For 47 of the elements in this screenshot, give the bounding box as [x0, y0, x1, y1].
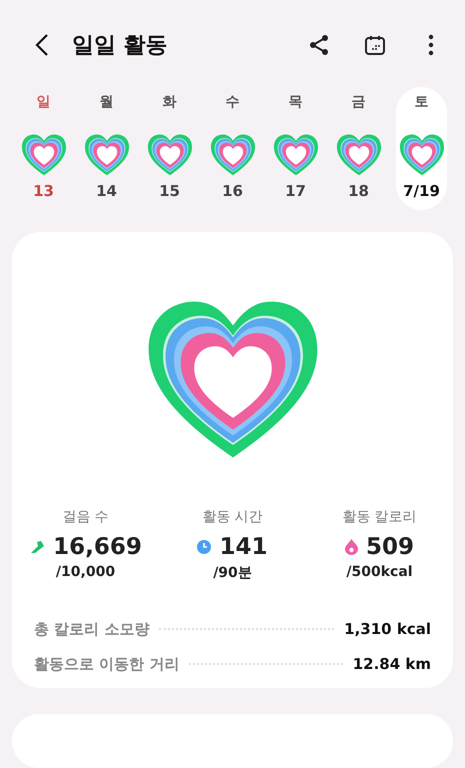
stat-value: 141: [219, 534, 268, 560]
stat-goal: /90분: [213, 564, 252, 582]
heart-rings-icon: [272, 132, 318, 176]
weekday-label: 월: [100, 92, 114, 111]
stat-label: 걸음 수: [62, 508, 109, 526]
detail-label: 활동으로 이동한 거리: [34, 654, 180, 674]
detail-value: 12.84 km: [352, 655, 431, 674]
date-label: 7/19: [403, 182, 440, 200]
stat-label: 활동 칼로리: [342, 508, 417, 526]
day-tab[interactable]: 금 18: [333, 86, 384, 210]
detail-value: 1,310 kcal: [344, 620, 431, 638]
heart-rings-icon: [210, 132, 256, 176]
weekday-label: 수: [226, 92, 240, 111]
weekday-label: 화: [162, 92, 176, 111]
day-tab[interactable]: 월 14: [81, 86, 132, 210]
shoe-icon: [29, 540, 46, 554]
date-label: 17: [285, 182, 306, 200]
flame-icon: [344, 538, 358, 555]
detail-label: 총 칼로리 소모량: [34, 620, 150, 639]
date-label: 14: [96, 182, 117, 200]
date-label: 13: [33, 182, 54, 200]
stat-goal: /10,000: [56, 564, 116, 580]
weekday-label: 일: [36, 92, 50, 111]
stat-value: 16,669: [53, 534, 142, 560]
date-label: 18: [348, 182, 369, 200]
day-tab[interactable]: 수 16: [207, 86, 258, 210]
heart-rings-icon: [398, 132, 444, 176]
heart-rings-icon: [146, 132, 192, 176]
weekday-label: 목: [288, 92, 302, 111]
day-tab[interactable]: 화 15: [144, 86, 195, 210]
heart-rings-icon: [336, 132, 382, 176]
clock-icon: [197, 540, 212, 554]
stat-value: 509: [366, 534, 414, 560]
heart-rings-icon: [84, 132, 130, 176]
back-icon[interactable]: [35, 33, 49, 58]
page-title: 일일 활동: [72, 32, 169, 60]
day-tab[interactable]: 목 17: [270, 86, 321, 210]
weekday-label: 금: [352, 92, 366, 111]
stat-label: 활동 시간: [202, 508, 263, 526]
day-tab[interactable]: 토 7/19: [396, 86, 447, 210]
day-tab[interactable]: 일 13: [18, 86, 69, 210]
more-icon[interactable]: [428, 34, 434, 56]
heart-rings-icon: [20, 132, 66, 176]
date-label: 16: [222, 182, 243, 200]
date-label: 15: [159, 182, 180, 200]
weekday-label: 토: [414, 92, 428, 111]
stat-goal: /500kcal: [346, 564, 413, 580]
